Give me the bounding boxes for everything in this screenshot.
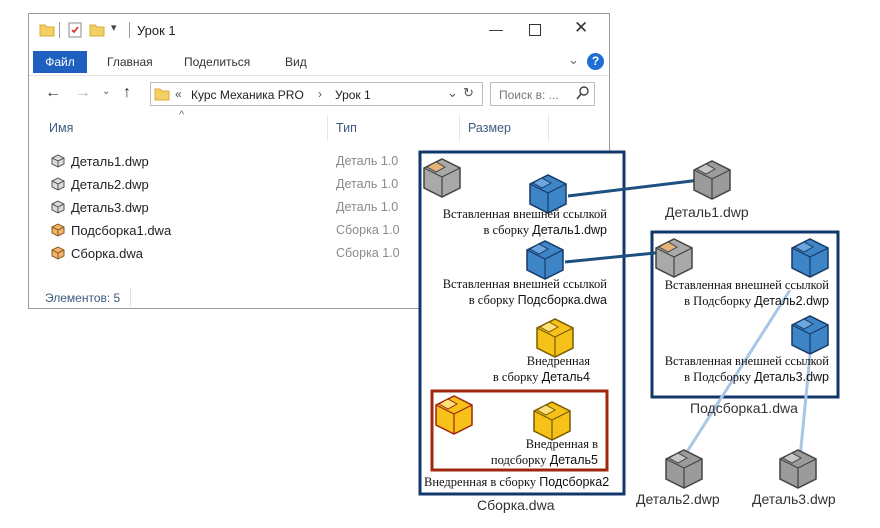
label-name: Деталь1.dwp [532, 223, 607, 237]
label-line: в сборку Деталь4 [430, 369, 590, 385]
label-line: Вставленная внешней ссылкой [664, 354, 829, 368]
assembly-embedded-part-label: Внедренная в сборку Деталь4 [430, 353, 590, 385]
label-line: в Подсборку Деталь3.dwp [652, 369, 829, 385]
label-prefix: в сборку [492, 370, 539, 384]
label-line: подсборку Деталь5 [440, 452, 598, 468]
subassembly-ext-ref-1-label: Вставленная внешней ссылкой в Подсборку … [652, 277, 829, 309]
embedded-subassembly-icon [435, 395, 473, 435]
part-icon [693, 160, 731, 200]
label-line: в Подсборку Деталь2.dwp [652, 293, 829, 309]
assembly-icon [423, 158, 461, 198]
assembly-caption: Сборка.dwa [477, 497, 555, 513]
label-line: в сборку Деталь1.dwp [420, 222, 607, 238]
label-prefix: в сборку [483, 223, 530, 237]
assembly-ext-ref-1-label: Вставленная внешней ссылкой в сборку Дет… [420, 206, 607, 238]
label-line: Вставленная внешней ссылкой [664, 278, 829, 292]
label-name: Деталь4 [541, 370, 590, 384]
subassembly-caption: Подсборка1.dwa [690, 400, 798, 416]
label-name: Подсборка.dwa [517, 293, 607, 307]
label-line: Вставленная внешней ссылкой [442, 207, 607, 221]
label-prefix: в сборку [468, 293, 515, 307]
embedded-subassembly-label: Внедренная в сборку Подсборка2 [424, 474, 620, 490]
label-line: в сборку Подсборка.dwa [420, 292, 607, 308]
label-name: Деталь2.dwp [754, 294, 829, 308]
label-prefix: в Подсборку [684, 294, 752, 308]
subassembly2-embedded-part-label: Внедренная в подсборку Деталь5 [440, 436, 598, 468]
linked-part-icon [791, 238, 829, 278]
label-line: Внедренная в [525, 437, 598, 451]
label-name: Подсборка2 [539, 475, 610, 489]
label-prefix: Внедренная в сборку [424, 475, 537, 489]
part3-caption: Деталь3.dwp [752, 491, 836, 507]
part-icon [779, 449, 817, 489]
label-name: Деталь3.dwp [754, 370, 829, 384]
part-icon [665, 449, 703, 489]
linked-part-icon [791, 315, 829, 355]
part2-caption: Деталь2.dwp [636, 491, 720, 507]
label-name: Деталь5 [549, 453, 598, 467]
subassembly-icon [655, 238, 693, 278]
label-prefix: в Подсборку [684, 370, 752, 384]
subassembly-ext-ref-2-label: Вставленная внешней ссылкой в Подсборку … [652, 353, 829, 385]
part1-caption: Деталь1.dwp [665, 204, 749, 220]
embedded-part-icon [533, 401, 571, 441]
label-prefix: подсборку [490, 453, 547, 467]
label-line: Вставленная внешней ссылкой [442, 277, 607, 291]
linked-subassembly-icon [526, 240, 564, 280]
embedded-part-icon [536, 318, 574, 358]
assembly-ext-ref-2-label: Вставленная внешней ссылкой в сборку Под… [420, 276, 607, 308]
label-line: Внедренная [526, 354, 590, 368]
